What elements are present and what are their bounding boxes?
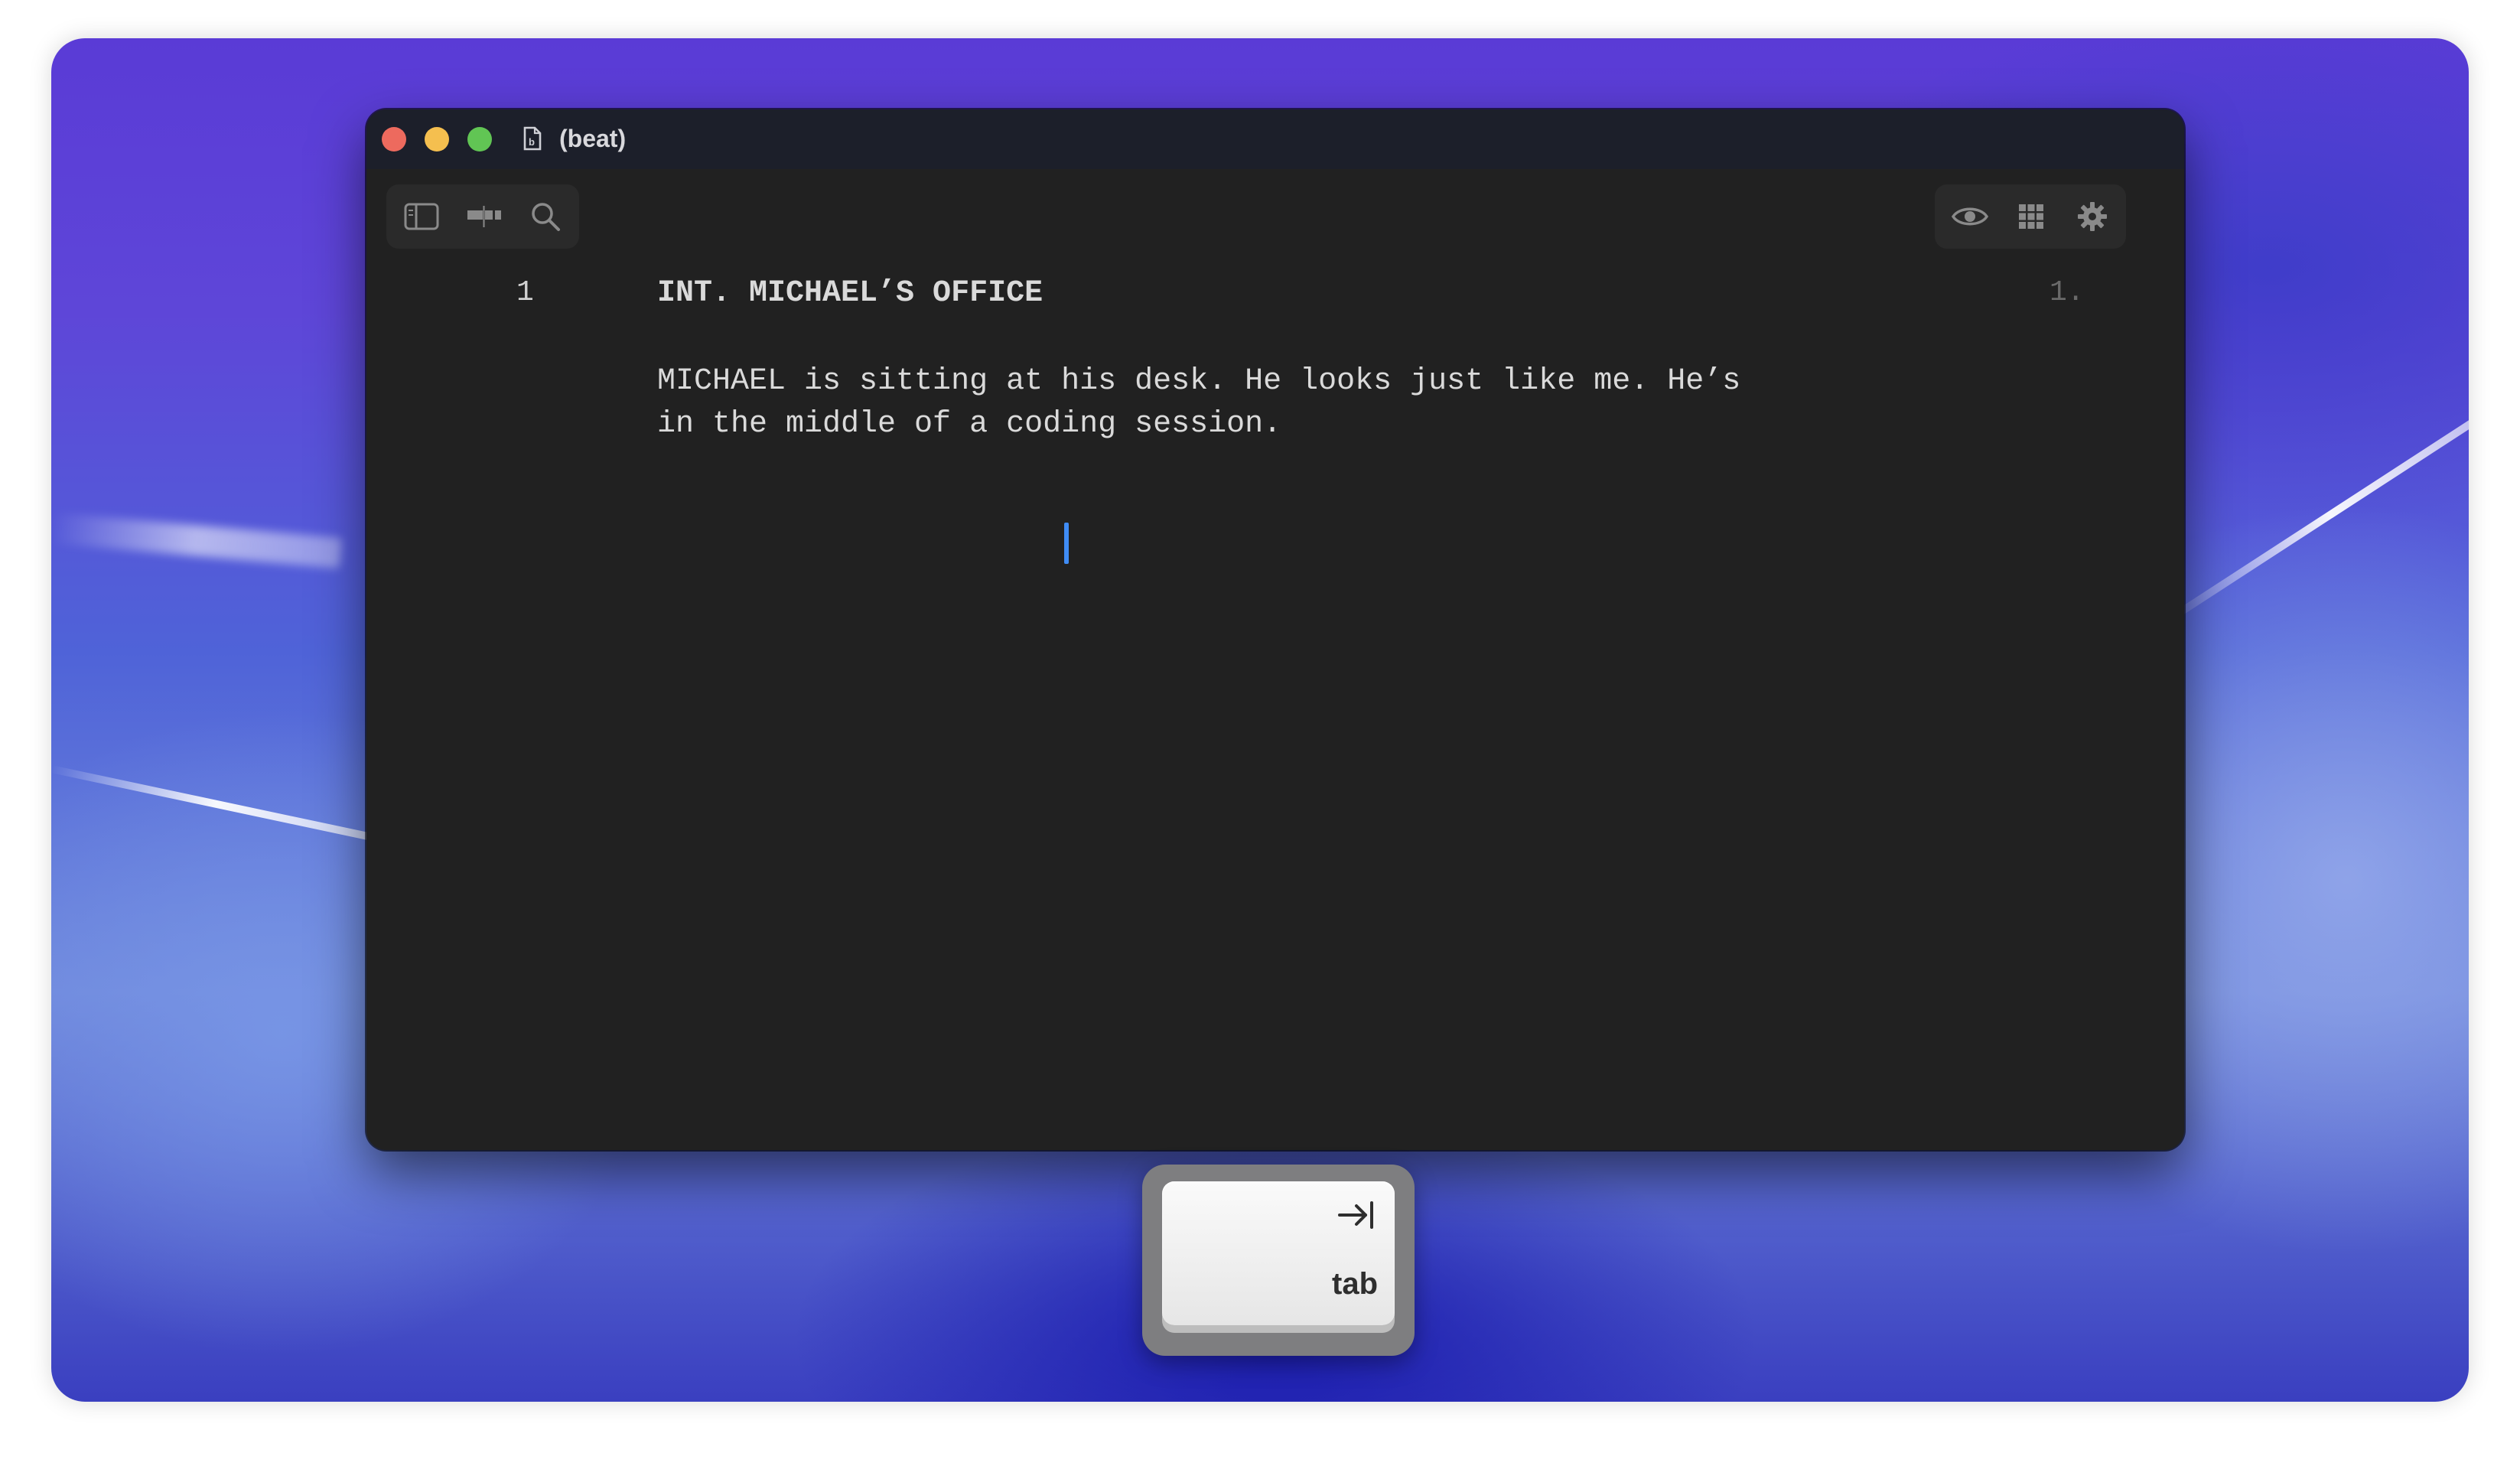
- page-number: 1.: [2050, 276, 2085, 309]
- action-line: in the middle of a coding session.: [657, 407, 1282, 441]
- keystroke-overlay: tab: [1142, 1165, 1415, 1356]
- wallpaper-glow: [51, 513, 343, 569]
- title-bar[interactable]: b (beat): [366, 109, 2184, 169]
- scene-heading[interactable]: INT. MICHAEL’S OFFICE: [657, 276, 1043, 311]
- minimize-window-button[interactable]: [425, 127, 449, 151]
- timeline-button[interactable]: [454, 184, 515, 249]
- preview-button[interactable]: [1939, 184, 2001, 249]
- wallpaper-streak: [2160, 403, 2469, 627]
- toolbar-right-group: [1935, 184, 2126, 249]
- window-title: (beat): [559, 125, 627, 152]
- key-label: tab: [1332, 1267, 1378, 1301]
- cards-view-button[interactable]: [2001, 184, 2062, 249]
- scene-number: 1: [516, 276, 534, 309]
- action-block[interactable]: MICHAEL is sitting at his desk. He looks…: [657, 360, 1958, 446]
- search-icon: [532, 203, 560, 231]
- document-icon: b: [523, 126, 542, 151]
- maximize-window-button[interactable]: [467, 127, 492, 151]
- tab-key: tab: [1162, 1181, 1395, 1325]
- search-button[interactable]: [515, 184, 576, 249]
- eye-icon: [1952, 207, 1988, 226]
- sidebar-icon: [404, 203, 439, 230]
- app-window: b (beat) 1 INT. MICHAEL’S OFFICE 1. MICH…: [366, 109, 2184, 1150]
- gear-icon: [2078, 202, 2107, 231]
- timeline-icon: [467, 206, 501, 227]
- text-caret: [1064, 523, 1069, 564]
- action-line: MICHAEL is sitting at his desk. He looks…: [657, 364, 1741, 399]
- wallpaper-streak: [51, 765, 382, 843]
- toggle-sidebar-button[interactable]: [391, 184, 452, 249]
- grid-icon: [2019, 204, 2043, 229]
- settings-button[interactable]: [2062, 184, 2123, 249]
- close-window-button[interactable]: [382, 127, 406, 151]
- svg-text:b: b: [529, 136, 535, 148]
- tab-arrow-icon: [1338, 1201, 1373, 1229]
- toolbar-left-group: [386, 184, 579, 249]
